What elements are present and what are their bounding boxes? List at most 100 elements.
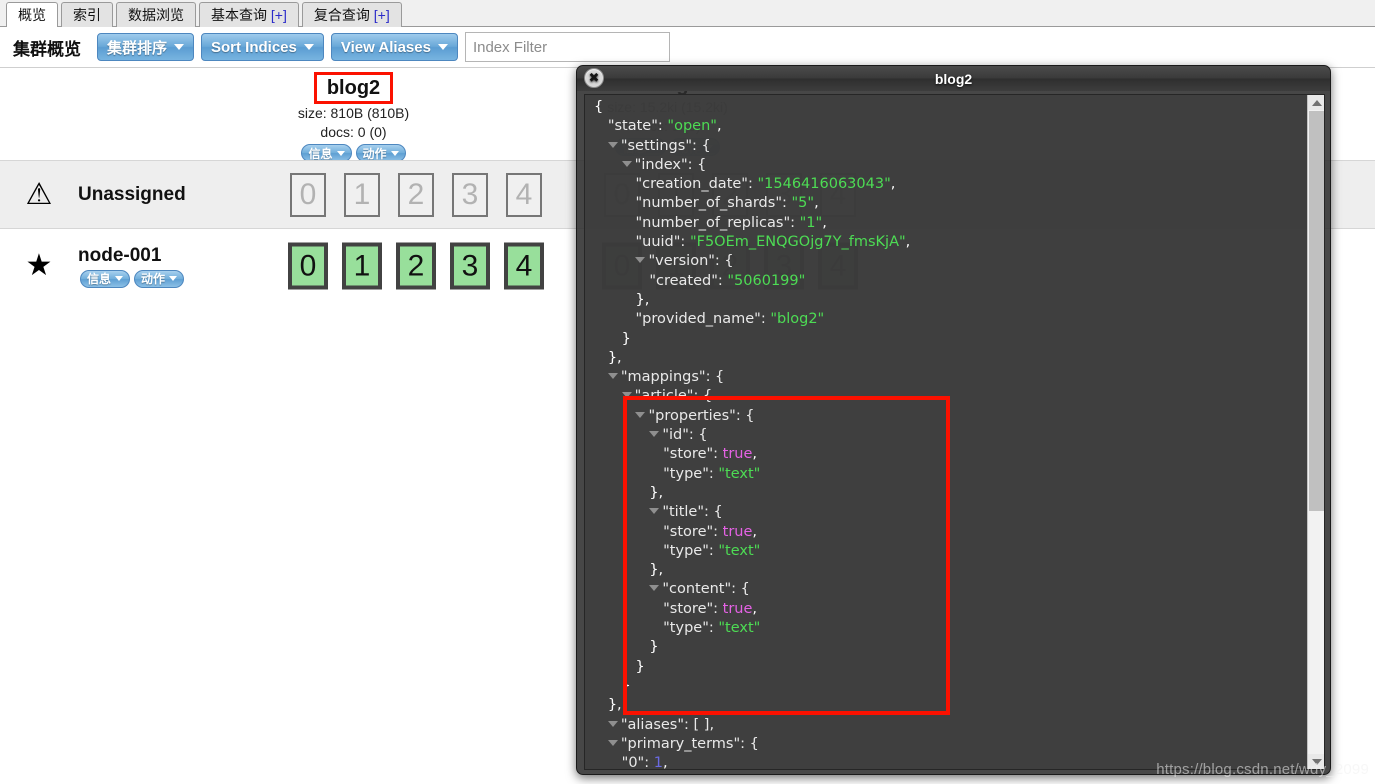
index-info-dialog[interactable]: ✖ blog2 { "state": "open", "settings": {…	[576, 65, 1331, 775]
json-token: "type":	[663, 620, 719, 637]
tab-4[interactable]: 复合查询 [+]	[301, 2, 402, 27]
collapse-triangle-icon[interactable]	[607, 739, 618, 746]
json-token: "type":	[663, 542, 719, 559]
collapse-triangle-icon[interactable]	[621, 392, 632, 399]
shard-cell[interactable]: 2	[398, 172, 434, 217]
toolbar-button-group: 集群排序 Sort Indices View Aliases	[97, 33, 465, 61]
json-token: "properties": {	[648, 407, 755, 424]
scrollbar-thumb[interactable]	[1309, 111, 1324, 511]
tab-2[interactable]: 数据浏览	[116, 2, 196, 27]
json-line: "version": {	[594, 252, 1303, 271]
shard-cell[interactable]: 4	[506, 172, 542, 217]
chevron-down-icon	[303, 44, 314, 50]
tab-0[interactable]: 概览	[6, 2, 58, 27]
cluster-sort-button[interactable]: 集群排序	[97, 33, 195, 61]
json-line: },	[594, 291, 1303, 310]
json-line: },	[594, 561, 1303, 580]
collapse-triangle-icon[interactable]	[607, 720, 618, 727]
main-tabbar: 概览 索引 数据浏览 基本查询 [+] 复合查询 [+]	[0, 0, 1375, 27]
scroll-up-icon[interactable]	[1308, 95, 1324, 110]
cluster-toolbar: 集群概览 集群排序 Sort Indices View Aliases	[0, 27, 1375, 68]
json-token: "creation_date":	[635, 176, 758, 193]
json-token: "number_of_replicas":	[635, 214, 800, 231]
json-token: "text"	[718, 542, 761, 559]
json-token: "version": {	[648, 253, 734, 270]
json-token: "mappings": {	[620, 369, 725, 386]
collapse-triangle-icon[interactable]	[607, 141, 618, 148]
json-line: "aliases": [ ],	[594, 716, 1303, 735]
dialog-titlebar[interactable]: ✖ blog2	[577, 66, 1330, 91]
shard-cell[interactable]: 0	[288, 242, 328, 290]
node-action-pills: 信息 动作	[78, 269, 283, 289]
pill-label: 动作	[362, 146, 387, 161]
view-aliases-button[interactable]: View Aliases	[330, 33, 458, 61]
shard-cell[interactable]: 3	[452, 172, 488, 217]
json-token: "0":	[621, 755, 654, 769]
node-name: Unassigned	[78, 183, 186, 205]
shard-cell[interactable]: 3	[450, 242, 490, 290]
json-token: "content": {	[662, 581, 750, 598]
json-token: "5"	[791, 195, 815, 212]
vertical-scrollbar[interactable]	[1307, 95, 1324, 769]
shard-cell[interactable]: 1	[344, 172, 380, 217]
json-token: ,	[662, 755, 668, 769]
shard-cell[interactable]: 0	[290, 172, 326, 217]
pill-label: 信息	[308, 146, 333, 161]
json-token: "store":	[663, 446, 723, 463]
tab-expand-icon[interactable]: [+]	[374, 7, 390, 23]
json-line: "type": "text"	[594, 542, 1303, 561]
json-line: "type": "text"	[594, 465, 1303, 484]
collapse-triangle-icon[interactable]	[649, 585, 660, 592]
node-actions-menu[interactable]: 动作	[134, 269, 185, 288]
shard-cell[interactable]: 4	[504, 242, 544, 290]
json-token: "type":	[663, 465, 719, 482]
collapse-triangle-icon[interactable]	[621, 160, 632, 167]
close-icon[interactable]: ✖	[584, 68, 604, 88]
tab-expand-icon[interactable]: [+]	[271, 7, 287, 23]
star-icon: ★	[25, 249, 53, 282]
chevron-down-icon	[437, 44, 448, 50]
json-token: "5060199"	[727, 272, 806, 289]
shard-cell[interactable]: 2	[396, 242, 436, 290]
collapse-triangle-icon[interactable]	[649, 508, 660, 515]
index-filter-input[interactable]	[464, 32, 670, 62]
scroll-down-icon[interactable]	[1308, 754, 1324, 769]
tab-3[interactable]: 基本查询 [+]	[199, 2, 299, 27]
json-line: "title": {	[594, 503, 1303, 522]
json-line: },	[594, 484, 1303, 503]
json-token: "1"	[799, 214, 823, 231]
app-root: 概览 索引 数据浏览 基本查询 [+] 复合查询 [+] 集群概览 集群排序 Sort I…	[0, 0, 1375, 784]
json-line: },	[594, 696, 1303, 715]
json-line: }	[594, 658, 1303, 677]
sort-indices-button[interactable]: Sort Indices	[201, 33, 324, 61]
button-label: Sort Indices	[211, 38, 297, 56]
json-token: "settings": {	[620, 137, 711, 154]
json-token: }	[635, 658, 645, 675]
shard-cell[interactable]: 1	[342, 242, 382, 290]
json-line: "mappings": {	[594, 368, 1303, 387]
node-info-menu[interactable]: 信息	[80, 269, 131, 288]
json-token: }	[621, 330, 631, 347]
json-token: {	[594, 99, 604, 115]
tab-1[interactable]: 索引	[61, 2, 113, 27]
collapse-triangle-icon[interactable]	[607, 373, 618, 380]
index-name: blog2	[313, 72, 394, 104]
json-viewer[interactable]: { "state": "open", "settings": { "index"…	[585, 95, 1303, 769]
json-line: "state": "open",	[594, 117, 1303, 136]
index-docs: docs: 0 (0)	[320, 124, 387, 140]
collapse-triangle-icon[interactable]	[635, 257, 646, 264]
json-line: "primary_terms": {	[594, 735, 1303, 754]
collapse-triangle-icon[interactable]	[649, 431, 660, 438]
button-label: 集群排序	[107, 39, 168, 57]
collapse-triangle-icon[interactable]	[635, 411, 646, 418]
